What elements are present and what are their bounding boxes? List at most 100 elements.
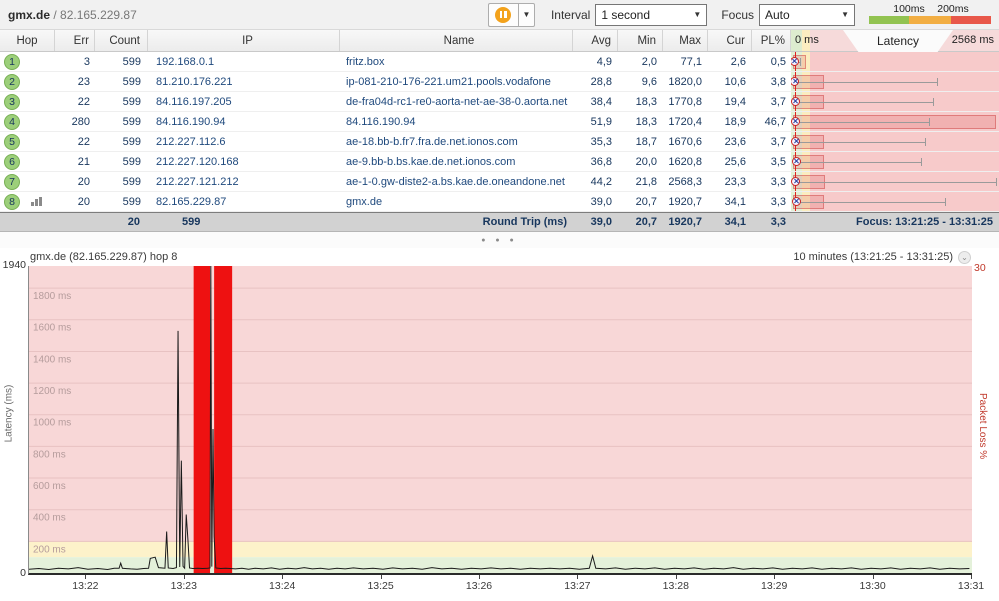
target-title: gmx.de / 82.165.229.87 xyxy=(8,8,488,22)
summary-label: Round Trip (ms) xyxy=(482,216,567,228)
legend-red-segment xyxy=(951,15,991,24)
min-cell: 2,0 xyxy=(641,55,657,68)
latency-max-whisker xyxy=(799,161,922,163)
header-hop[interactable]: Hop xyxy=(0,30,55,51)
latency-graph-cell[interactable] xyxy=(791,152,999,171)
latency-max-tick xyxy=(996,178,997,186)
time-axis-tick xyxy=(675,575,677,579)
ip-cell: 212.227.121.212 xyxy=(156,175,239,188)
header-max[interactable]: Max xyxy=(663,30,708,51)
latency-max-tick xyxy=(800,58,802,66)
count-cell: 599 xyxy=(122,155,141,168)
avg-cell: 4,9 xyxy=(596,55,612,68)
svg-text:600 ms: 600 ms xyxy=(33,481,66,492)
hop-cell: 1 xyxy=(0,52,55,71)
legend-green-segment xyxy=(869,15,909,24)
latency-graph-cell[interactable] xyxy=(791,192,999,211)
pl-cell: 46,7 xyxy=(764,115,786,128)
avg-cell: 28,8 xyxy=(590,75,612,88)
latency-header-shape: Latency xyxy=(843,30,953,52)
name-cell: ae-1-0.gw-diste2-a.bs.kae.de.oneandone.n… xyxy=(346,175,565,188)
focus-select[interactable]: Auto ▼ xyxy=(759,3,855,26)
time-axis-label: 13:30 xyxy=(859,580,886,592)
hop-number-badge: 1 xyxy=(4,53,20,70)
latency-max-tick xyxy=(925,138,927,146)
hop-cell: 3 xyxy=(0,92,55,111)
header-latency[interactable]: 0 ms Latency 2568 ms xyxy=(791,30,999,52)
latency-max-whisker xyxy=(797,81,938,83)
latency-graph-cell[interactable] xyxy=(791,92,999,111)
toolbar: gmx.de / 82.165.229.87 ▼ Interval 1 seco… xyxy=(0,0,999,30)
err-cell: 20 xyxy=(77,175,90,188)
table-row[interactable]: 2 23 599 81.210.176.221 ip-081-210-176-221.u… xyxy=(0,72,999,92)
pause-button[interactable] xyxy=(487,2,518,27)
interval-label: Interval xyxy=(550,7,591,22)
panel-splitter[interactable]: ● ● ● xyxy=(0,232,999,248)
pl-cell: 3,7 xyxy=(770,135,786,148)
latency-graph-cell[interactable] xyxy=(791,132,999,151)
max-cell: 1720,4 xyxy=(668,115,702,128)
latency-graph-cell[interactable] xyxy=(791,112,999,131)
cur-cell: 18,9 xyxy=(724,115,746,128)
chevron-down-icon: ▼ xyxy=(841,10,849,19)
time-axis-label: 13:24 xyxy=(269,580,296,592)
svg-text:800 ms: 800 ms xyxy=(33,449,66,460)
time-axis-label: 13:26 xyxy=(465,580,493,592)
timeline-plot[interactable]: 1800 ms 1600 ms 1400 ms 1200 ms 1000 ms 800 m… xyxy=(28,266,972,575)
avg-cell: 44,2 xyxy=(590,175,612,188)
name-cell: 84.116.190.94 xyxy=(346,115,416,128)
svg-text:1200 ms: 1200 ms xyxy=(33,386,71,397)
header-avg[interactable]: Avg xyxy=(573,30,618,51)
header-cur[interactable]: Cur xyxy=(708,30,752,51)
min-cell: 18,3 xyxy=(635,115,657,128)
header-name[interactable]: Name xyxy=(340,30,573,51)
graph-range-dropdown-icon[interactable]: ⌄ xyxy=(958,251,971,264)
interval-select[interactable]: 1 second ▼ xyxy=(595,3,708,26)
header-ip[interactable]: IP xyxy=(148,30,340,51)
table-row[interactable]: 1 3 599 192.168.0.1 fritz.box 4,9 2,0 77,1 2,6 0,… xyxy=(0,52,999,72)
ip-cell: 84.116.197.205 xyxy=(156,95,232,108)
latency-graph-cell[interactable] xyxy=(791,172,999,191)
table-row[interactable]: 8 20 599 82.165.229.87 gmx.de 39,0 20,7 1920,7 3… xyxy=(0,192,999,212)
table-row[interactable]: 7 20 599 212.227.121.212 ae-1-0.gw-diste2-a.… xyxy=(0,172,999,192)
pl-cell: 3,3 xyxy=(770,175,786,188)
table-row[interactable]: 3 22 599 84.116.197.205 de-fra04d-rc1-re0-ao… xyxy=(0,92,999,112)
latency-graph-cell[interactable] xyxy=(791,72,999,91)
header-pl[interactable]: PL% xyxy=(752,30,791,51)
table-row[interactable]: 6 21 599 212.227.120.168 ae-9.bb-b.bs.kae.de… xyxy=(0,152,999,172)
table-row[interactable]: 4 280 599 84.116.190.94 84.116.190.94 51,9 18,… xyxy=(0,112,999,132)
name-cell: gmx.de xyxy=(346,195,383,208)
graph-range-label[interactable]: 10 minutes (13:21:25 - 13:31:25) xyxy=(793,251,953,263)
pl-cell: 3,3 xyxy=(770,195,786,208)
packet-loss-max-label: 30 xyxy=(974,262,986,274)
max-cell: 1920,7 xyxy=(668,195,702,208)
count-cell: 599 xyxy=(122,135,141,148)
avg-cell: 38,4 xyxy=(590,95,612,108)
latency-scale-min: 0 ms xyxy=(795,34,819,46)
pingplotter-window: gmx.de / 82.165.229.87 ▼ Interval 1 seco… xyxy=(0,0,999,601)
name-cell: de-fra04d-rc1-re0-aorta-net-ae-38-0.aort… xyxy=(346,95,568,108)
max-cell: 1670,6 xyxy=(668,135,702,148)
pause-menu-button[interactable]: ▼ xyxy=(517,2,535,27)
cur-cell: 10,6 xyxy=(724,75,746,88)
header-err[interactable]: Err xyxy=(55,30,95,51)
y-axis-max-label: 1940 xyxy=(2,259,26,271)
pl-cell: 0,5 xyxy=(770,55,786,68)
min-cell: 18,3 xyxy=(635,95,657,108)
max-cell: 2568,3 xyxy=(668,175,702,188)
time-axis-label: 13:27 xyxy=(564,580,591,592)
latency-max-whisker xyxy=(798,141,926,143)
name-cell: ae-9.bb-b.bs.kae.de.net.ionos.com xyxy=(346,155,516,168)
latency-graph-cell[interactable] xyxy=(791,52,999,71)
max-cell: 77,1 xyxy=(680,55,702,68)
min-cell: 21,8 xyxy=(635,175,657,188)
latency-max-whisker xyxy=(798,181,996,183)
table-row[interactable]: 5 22 599 212.227.112.6 ae-18.bb-b.fr7.fra.de… xyxy=(0,132,999,152)
err-cell: 23 xyxy=(77,75,90,88)
avg-cell: 36,8 xyxy=(590,155,612,168)
hop-cell: 6 xyxy=(0,152,55,171)
header-min[interactable]: Min xyxy=(618,30,663,51)
time-axis-tick xyxy=(971,575,972,579)
header-count[interactable]: Count xyxy=(95,30,148,51)
current-latency-marker xyxy=(791,157,801,166)
